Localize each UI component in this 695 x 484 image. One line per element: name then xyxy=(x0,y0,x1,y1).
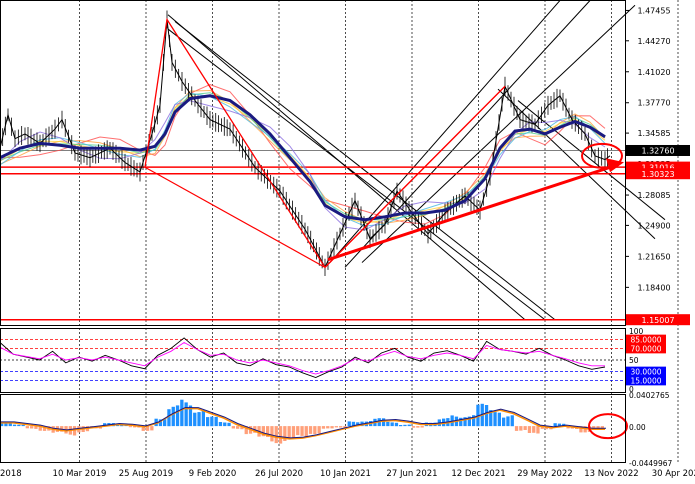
macd-histogram-bar xyxy=(317,426,321,434)
macd-histogram-bar xyxy=(313,426,317,434)
x-tick-label: 29 May 2022 xyxy=(517,469,572,479)
macd-histogram-bar xyxy=(171,406,175,427)
macd-histogram-bar xyxy=(296,426,300,436)
x-tick-label: 2018 xyxy=(0,469,22,479)
macd-histogram-bar xyxy=(193,412,197,427)
macd-histogram-bar xyxy=(214,416,218,427)
price-y-tick-label: 1.44270 xyxy=(637,37,670,46)
macd-histogram-bar xyxy=(278,426,283,444)
macd-histogram-bar xyxy=(128,426,132,428)
macd-histogram-bar xyxy=(218,422,223,427)
x-tick-label: 10 Mar 2019 xyxy=(53,469,107,479)
chart-root: 2018 10 Mar 2019 25 Aug 2019 9 Feb 2020 26 J… xyxy=(0,0,695,480)
level-label: 1.15007 xyxy=(641,316,674,325)
macd-histogram-bar xyxy=(381,418,386,427)
macd-y-tick-label: -0.0449967 xyxy=(629,459,672,468)
macd-histogram-bar xyxy=(399,425,403,427)
oscillator-level-label: 15.0000 xyxy=(630,376,661,385)
current-price-label: 1.32760 xyxy=(641,147,674,156)
price-y-tick-label: 1.37770 xyxy=(637,99,670,108)
macd-histogram-bar xyxy=(411,426,416,428)
macd-histogram-bar xyxy=(420,426,424,428)
macd-histogram-bar xyxy=(523,426,527,430)
macd-histogram-bar xyxy=(497,412,501,427)
price-y-tick-label: 1.41020 xyxy=(637,68,670,77)
macd-histogram-bar xyxy=(21,424,25,427)
macd-histogram-bar xyxy=(403,424,407,427)
macd-histogram-bar xyxy=(484,405,489,427)
macd-histogram-bar xyxy=(519,426,523,431)
x-tick-label: 13 Nov 2022 xyxy=(584,469,638,479)
x-tick-label: 27 Jun 2021 xyxy=(386,469,437,479)
macd-histogram-bar xyxy=(326,426,330,429)
chart-svg: 2018 10 Mar 2019 25 Aug 2019 9 Feb 2020 26 J… xyxy=(0,0,695,480)
macd-histogram-bar xyxy=(201,410,205,427)
macd-histogram-bar xyxy=(236,426,240,429)
macd-histogram-bar xyxy=(339,426,343,428)
macd-histogram-bar xyxy=(30,426,34,429)
macd-histogram-bar xyxy=(150,426,154,431)
price-y-tick-label: 1.24900 xyxy=(637,221,670,230)
macd-histogram-bar xyxy=(197,412,201,427)
price-y-tick-label: 1.34585 xyxy=(637,129,670,138)
macd-histogram-bar xyxy=(330,426,334,429)
x-tick-label: 10 Jan 2021 xyxy=(320,469,371,479)
macd-histogram-bar xyxy=(514,426,519,431)
macd-histogram-bar xyxy=(231,426,235,429)
oscillator-level-label: 30.0000 xyxy=(630,368,661,377)
price-y-tick-label: 1.47455 xyxy=(637,6,670,15)
oscillator-level-label: 85.0000 xyxy=(630,336,661,345)
macd-histogram-bar xyxy=(527,426,532,433)
x-tick-label: 30 Apr 2023 xyxy=(652,469,695,479)
macd-histogram-bar xyxy=(25,426,29,429)
x-tick-label: 25 Aug 2019 xyxy=(119,469,173,479)
macd-histogram-bar xyxy=(72,426,77,436)
macd-histogram-bar xyxy=(210,416,214,427)
macd-histogram-bar xyxy=(17,424,21,427)
macd-histogram-bar xyxy=(223,422,227,427)
macd-histogram-bar xyxy=(184,402,188,427)
oscillator-level-label: 50 xyxy=(629,356,639,365)
price-y-tick-label: 1.18400 xyxy=(637,283,670,292)
macd-histogram-bar xyxy=(394,422,399,427)
macd-histogram-bar xyxy=(175,405,180,427)
macd-histogram-bar xyxy=(274,426,278,444)
macd-histogram-bar xyxy=(536,426,540,434)
macd-y-tick-label: 0.0402765 xyxy=(629,391,670,400)
chart-background xyxy=(0,0,695,480)
macd-histogram-bar xyxy=(493,412,497,427)
macd-histogram-bar xyxy=(532,426,536,433)
oscillator-level-label: 100 xyxy=(629,327,644,336)
oscillator-level-label: 70.0000 xyxy=(630,344,661,353)
macd-histogram-bar xyxy=(206,417,210,427)
macd-histogram-bar xyxy=(407,424,411,427)
macd-histogram-bar xyxy=(180,399,184,427)
macd-histogram-bar xyxy=(321,426,326,429)
macd-histogram-bar xyxy=(308,426,313,434)
macd-histogram-bar xyxy=(553,423,557,427)
macd-histogram-bar xyxy=(347,421,351,427)
level-label: 1.30323 xyxy=(641,170,674,179)
macd-histogram-bar xyxy=(390,422,394,427)
macd-histogram-bar xyxy=(304,426,308,438)
macd-histogram-bar xyxy=(227,422,231,427)
macd-histogram-bar xyxy=(291,426,296,438)
price-y-tick-label: 1.28085 xyxy=(637,191,670,200)
macd-histogram-bar xyxy=(300,426,304,436)
macd-histogram-bar xyxy=(416,426,420,428)
macd-histogram-bar xyxy=(502,417,506,427)
macd-histogram-bar xyxy=(386,421,390,427)
macd-histogram-bar xyxy=(334,426,338,428)
price-y-tick-label: 1.21650 xyxy=(637,252,670,261)
macd-histogram-bar xyxy=(506,416,510,427)
macd-histogram-bar xyxy=(12,424,17,427)
x-tick-label: 9 Feb 2020 xyxy=(189,469,237,479)
x-tick-label: 12 Dec 2021 xyxy=(451,469,505,479)
x-tick-label: 26 Jul 2020 xyxy=(255,469,303,479)
macd-histogram-bar xyxy=(510,415,514,427)
macd-y-tick-label: 0.00 xyxy=(629,423,646,432)
macd-histogram-bar xyxy=(270,426,274,442)
